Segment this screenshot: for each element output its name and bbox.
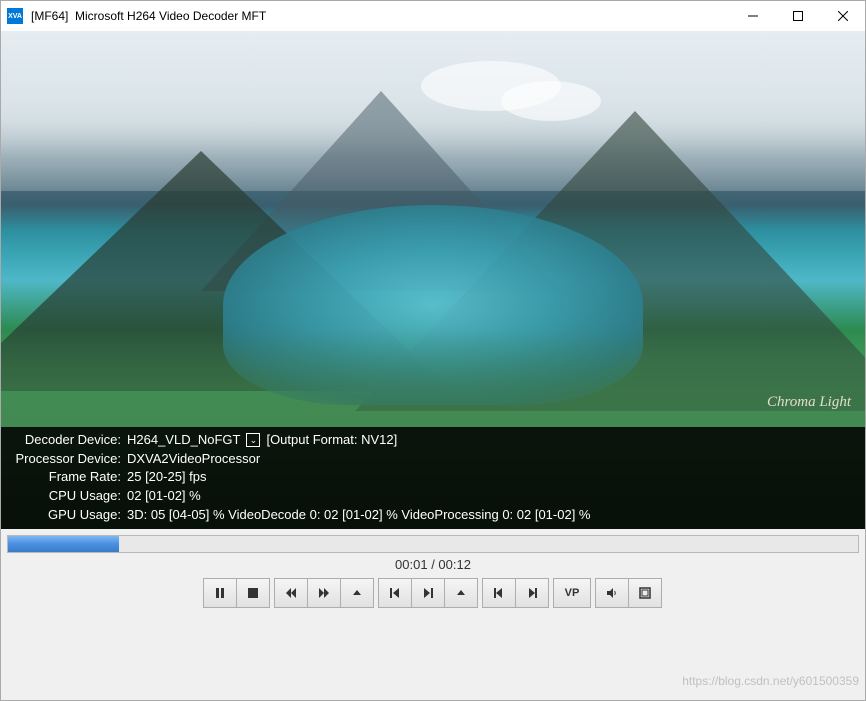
close-button[interactable] bbox=[820, 2, 865, 31]
seek-fill bbox=[8, 536, 119, 552]
stats-overlay: Decoder Device: H264_VLD_NoFGT ⌄ [Output… bbox=[1, 427, 865, 529]
decoder-dropdown-icon[interactable]: ⌄ bbox=[246, 433, 260, 447]
time-display: 00:01 / 00:12 bbox=[7, 557, 859, 572]
video-viewport: Chroma Light Decoder Device: H264_VLD_No… bbox=[1, 31, 865, 529]
fullscreen-button[interactable] bbox=[628, 578, 662, 608]
volume-button[interactable] bbox=[595, 578, 629, 608]
stop-button[interactable] bbox=[236, 578, 270, 608]
frame-back-button[interactable] bbox=[482, 578, 516, 608]
cpu-usage-label: CPU Usage: bbox=[1, 487, 127, 506]
frame-rate-label: Frame Rate: bbox=[1, 468, 127, 487]
loop-start-button[interactable] bbox=[378, 578, 412, 608]
button-row: VP bbox=[7, 578, 859, 614]
rewind-button[interactable] bbox=[274, 578, 308, 608]
vp-button[interactable]: VP bbox=[553, 578, 591, 608]
maximize-button[interactable] bbox=[775, 2, 820, 31]
fast-forward-button[interactable] bbox=[307, 578, 341, 608]
decoder-device-label: Decoder Device: bbox=[1, 431, 127, 450]
window-title: [MF64] Microsoft H264 Video Decoder MFT bbox=[31, 9, 730, 23]
seek-bar[interactable] bbox=[7, 535, 859, 553]
gpu-usage-label: GPU Usage: bbox=[1, 506, 127, 525]
processor-device-value: DXVA2VideoProcessor bbox=[127, 450, 855, 469]
titlebar: XVA [MF64] Microsoft H264 Video Decoder … bbox=[1, 1, 865, 31]
output-format: [Output Format: NV12] bbox=[266, 431, 397, 450]
pause-button[interactable] bbox=[203, 578, 237, 608]
processor-device-label: Processor Device: bbox=[1, 450, 127, 469]
frame-rate-value: 25 [20-25] fps bbox=[127, 468, 855, 487]
speed-menu-button[interactable] bbox=[340, 578, 374, 608]
gpu-usage-value: 3D: 05 [04-05] % VideoDecode 0: 02 [01-0… bbox=[127, 506, 855, 525]
loop-menu-button[interactable] bbox=[444, 578, 478, 608]
minimize-button[interactable] bbox=[730, 2, 775, 31]
cpu-usage-value: 02 [01-02] % bbox=[127, 487, 855, 506]
video-watermark: Chroma Light bbox=[767, 394, 851, 411]
frame-forward-button[interactable] bbox=[515, 578, 549, 608]
loop-end-button[interactable] bbox=[411, 578, 445, 608]
source-watermark: https://blog.csdn.net/y601500359 bbox=[682, 674, 859, 688]
control-bar: 00:01 / 00:12 VP https://blog.csdn.net/y… bbox=[1, 529, 865, 700]
app-icon: XVA bbox=[7, 8, 23, 24]
decoder-device-value: H264_VLD_NoFGT bbox=[127, 431, 240, 450]
